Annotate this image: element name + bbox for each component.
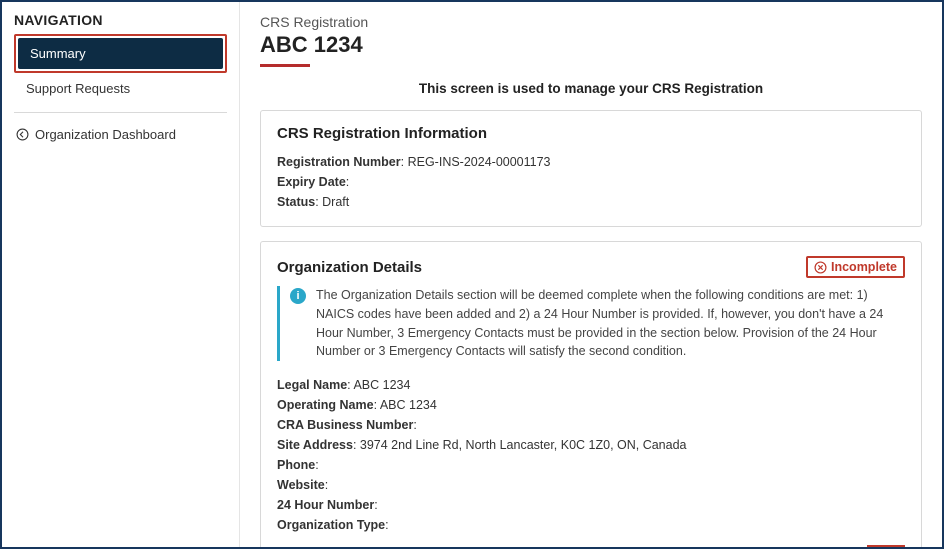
error-circle-icon <box>814 261 827 274</box>
info-text: The Organization Details section will be… <box>316 286 905 361</box>
operating-name-row: Operating Name: ABC 1234 <box>277 395 905 415</box>
sidebar-item-support-requests[interactable]: Support Requests <box>14 73 227 106</box>
app-frame: NAVIGATION Summary Support Requests Orga… <box>0 0 944 549</box>
site-row: Site Address: 3974 2nd Line Rd, North La… <box>277 435 905 455</box>
info-icon: i <box>290 288 306 304</box>
phone-row: Phone: <box>277 455 905 475</box>
status-value: Draft <box>322 195 349 209</box>
title-underline <box>260 64 310 67</box>
cra-row: CRA Business Number: <box>277 415 905 435</box>
expiry-row: Expiry Date: <box>277 172 905 192</box>
nav-divider <box>14 112 227 113</box>
org-details-header: Organization Details Incomplete <box>277 256 905 278</box>
status-row: Status: Draft <box>277 192 905 212</box>
edit-link[interactable]: Edit <box>867 545 905 547</box>
org-type-row: Organization Type: <box>277 515 905 535</box>
org-details-title: Organization Details <box>277 259 422 276</box>
sidebar-item-org-dashboard[interactable]: Organization Dashboard <box>14 127 227 142</box>
reg-info-card: CRS Registration Information Registratio… <box>260 110 922 227</box>
sidebar-item-summary[interactable]: Summary <box>18 38 223 69</box>
legal-name-row: Legal Name: ABC 1234 <box>277 375 905 395</box>
edit-row: Edit <box>277 545 905 547</box>
page-title: ABC 1234 <box>260 32 922 58</box>
status-badge-text: Incomplete <box>831 260 897 274</box>
nav-items-highlighted: Summary <box>14 34 227 73</box>
page-pretitle: CRS Registration <box>260 14 922 30</box>
sidebar-item-label: Organization Dashboard <box>35 127 176 142</box>
info-callout: i The Organization Details section will … <box>277 286 905 361</box>
reg-number-row: Registration Number: REG-INS-2024-000011… <box>277 152 905 172</box>
back-circle-icon <box>16 128 29 141</box>
main-content: CRS Registration ABC 1234 This screen is… <box>240 2 942 547</box>
nav-heading: NAVIGATION <box>14 12 227 28</box>
hour24-row: 24 Hour Number: <box>277 495 905 515</box>
screen-message: This screen is used to manage your CRS R… <box>260 81 922 96</box>
reg-number-value: REG-INS-2024-00001173 <box>408 155 551 169</box>
sidebar-item-label: Support Requests <box>26 81 130 96</box>
website-row: Website: <box>277 475 905 495</box>
expiry-label: Expiry Date <box>277 175 346 189</box>
org-details-card: Organization Details Incomplete i The Or… <box>260 241 922 547</box>
status-badge-incomplete: Incomplete <box>806 256 905 278</box>
sidebar-item-label: Summary <box>30 46 86 61</box>
status-label: Status <box>277 195 315 209</box>
reg-info-title: CRS Registration Information <box>277 125 905 142</box>
sidebar: NAVIGATION Summary Support Requests Orga… <box>2 2 240 547</box>
reg-number-label: Registration Number <box>277 155 401 169</box>
